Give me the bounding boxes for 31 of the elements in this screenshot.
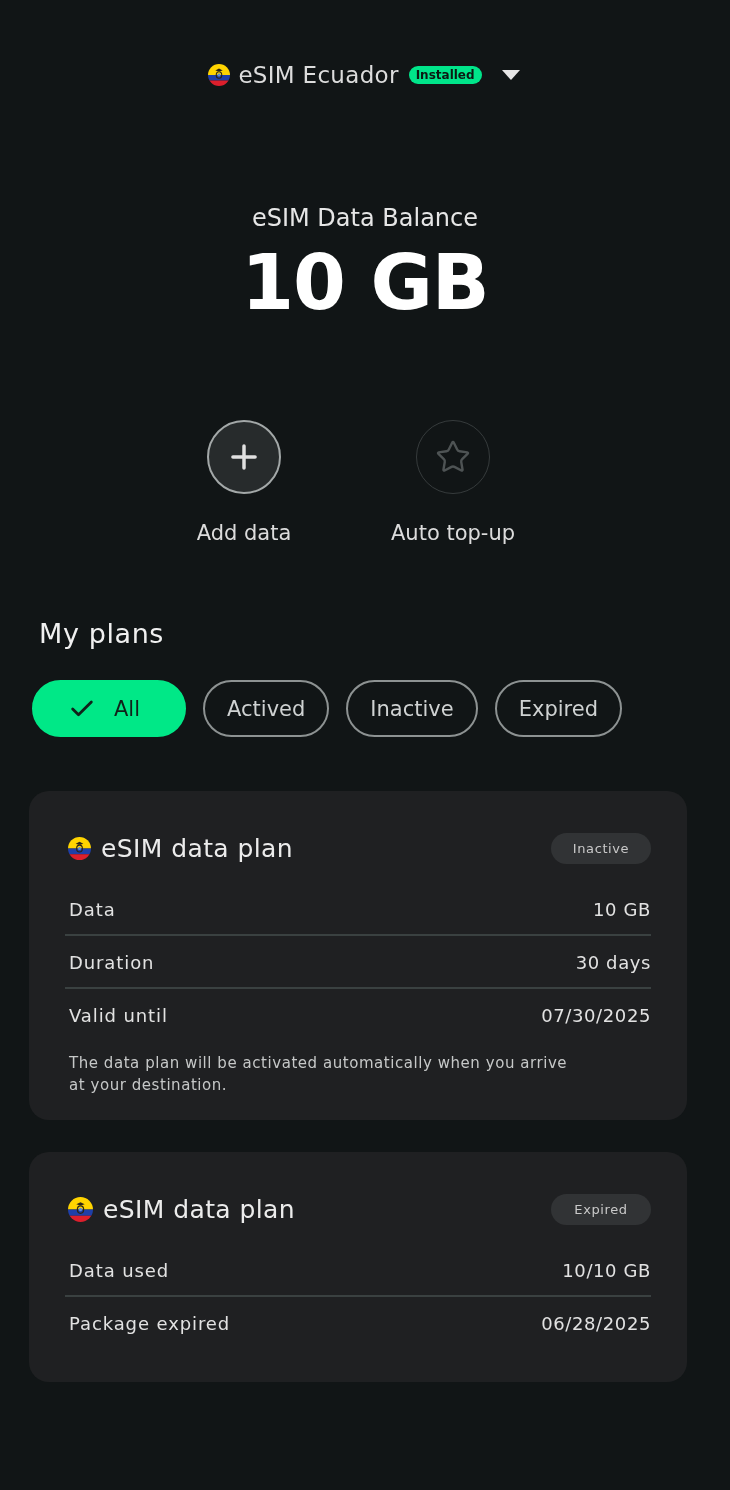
row-value: 10/10 GB xyxy=(562,1259,651,1281)
filter-chip[interactable]: Expired xyxy=(494,680,622,737)
plan-note: The data plan will be activated automatically when you arrive at your destination. xyxy=(69,1053,569,1096)
caret-icon[interactable] xyxy=(501,70,520,80)
row-value: 30 days xyxy=(575,951,651,973)
section-title: My plans xyxy=(39,617,165,651)
flag-icon xyxy=(208,64,231,86)
flag-icon xyxy=(68,1197,93,1222)
row-value: 06/28/2025 xyxy=(541,1312,651,1334)
row-label: Data used xyxy=(69,1259,170,1281)
action-label: Auto top-up xyxy=(390,520,516,546)
status-badge: Inactive xyxy=(551,833,651,864)
flag-icon xyxy=(68,837,91,860)
status-badge: Expired xyxy=(551,1194,651,1225)
filter-chip[interactable]: All xyxy=(32,680,187,737)
balance-value: 10 GB xyxy=(241,243,489,323)
row-label: Package expired xyxy=(69,1312,231,1334)
plan-title: eSIM data plan xyxy=(101,833,293,864)
plan-title: eSIM data plan xyxy=(103,1194,295,1225)
balance-label: eSIM Data Balance xyxy=(251,203,479,233)
row-label: Valid until xyxy=(69,1004,168,1026)
row-label: Data xyxy=(69,898,116,920)
esim-name[interactable]: eSIM Ecuador xyxy=(238,61,399,89)
star-icon xyxy=(435,439,471,475)
row-value: 10 GB xyxy=(593,898,651,920)
filter-chip[interactable]: Inactive xyxy=(346,680,478,737)
row-value: 07/30/2025 xyxy=(541,1004,651,1026)
installed-badge: Installed xyxy=(408,66,482,84)
action-label: Add data xyxy=(196,520,292,546)
row-label: Duration xyxy=(69,951,155,973)
filter-chip[interactable]: Actived xyxy=(203,680,330,737)
